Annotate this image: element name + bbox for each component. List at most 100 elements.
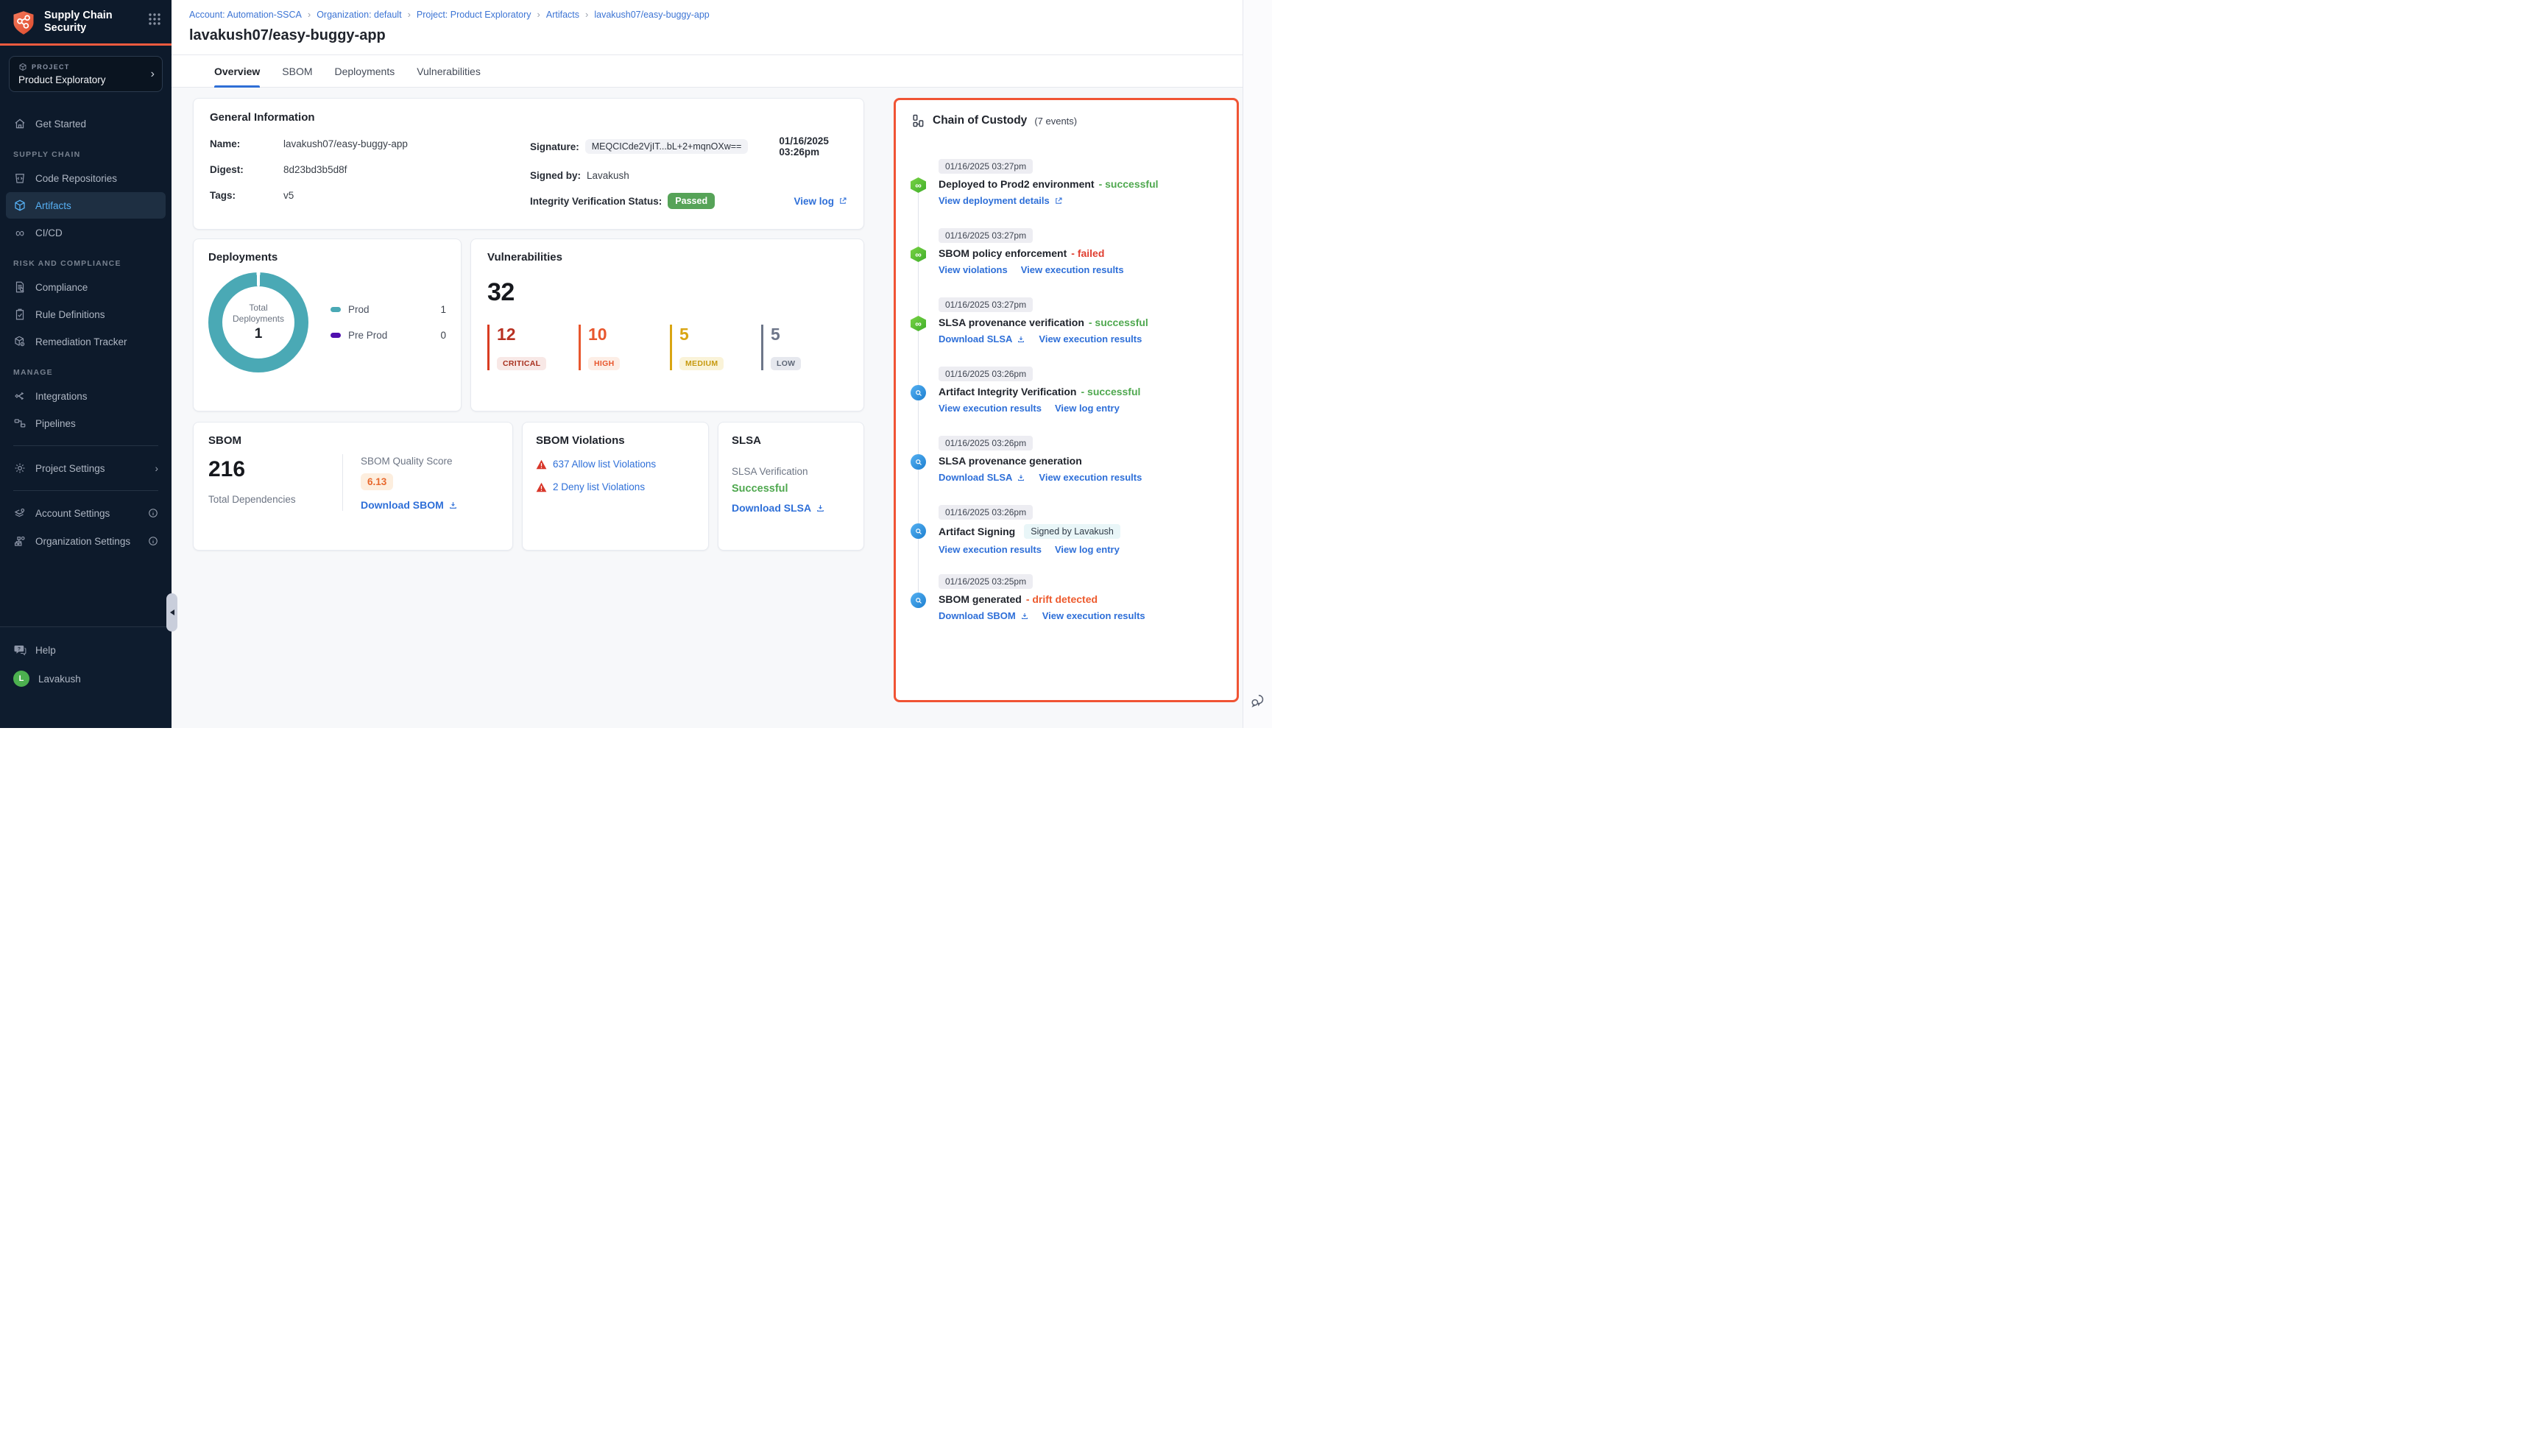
breadcrumb: Account: Automation-SSCA › Organization:… [189,6,1225,26]
breadcrumb-artifact-name[interactable]: lavakush07/easy-buggy-app [594,10,709,20]
sidebar-footer: ? Help L Lavakush [0,626,172,728]
sidebar-item-compliance[interactable]: Compliance [6,274,166,300]
sidebar-user-menu[interactable]: L Lavakush [6,664,166,693]
severity-medium: 5 MEDIUM [670,325,741,370]
sidebar-item-help[interactable]: ? Help [6,637,166,663]
tab-vulnerabilities[interactable]: Vulnerabilities [417,55,481,87]
sbom-quality-score-value: 6.13 [361,473,393,490]
allow-list-violations-row: 637 Allow list Violations [536,459,695,470]
event-timestamp: 01/16/2025 03:26pm [939,367,1033,381]
breadcrumb-account[interactable]: Account: Automation-SSCA [189,10,302,20]
sidebar-item-remediation-tracker[interactable]: Remediation Tracker [6,328,166,355]
donut-center-value: 1 [255,326,263,342]
chain-of-custody-event-count: (7 events) [1034,116,1077,127]
severity-badge: CRITICAL [497,357,546,370]
event-title: Artifact Integrity Verification [939,386,1076,397]
download-sbom-link[interactable]: Download SBOM [939,610,1029,621]
sidebar-item-account-settings[interactable]: Account Settings [6,500,166,526]
sidebar-item-label: Integrations [35,391,88,402]
app-name: Supply Chain Security [44,10,125,35]
sidebar-item-organization-settings[interactable]: Organization Settings [6,528,166,554]
sidebar-item-label: Help [35,645,56,656]
download-slsa-link[interactable]: Download SLSA [939,472,1025,483]
tab-overview[interactable]: Overview [214,55,260,87]
deployments-donut-chart: Total Deployments 1 [208,272,308,372]
donut-center-label: Total Deployments [222,303,294,325]
event-status: - drift detected [1026,593,1098,605]
download-icon [1017,473,1025,482]
breadcrumb-organization[interactable]: Organization: default [317,10,401,20]
view-violations-link[interactable]: View violations [939,264,1008,275]
info-icon[interactable] [148,536,158,546]
card-title: SBOM Violations [536,434,695,447]
sidebar-item-label: Remediation Tracker [35,336,127,347]
legend-value: 1 [440,304,446,315]
download-sbom-link[interactable]: Download SBOM [361,499,458,511]
view-deployment-details-link[interactable]: View deployment details [939,195,1063,206]
sidebar-item-artifacts[interactable]: Artifacts [6,192,166,219]
project-selector[interactable]: PROJECT Product Exploratory › [9,56,163,92]
download-slsa-label: Download SLSA [732,502,811,514]
gear-icon [13,462,26,475]
chevron-right-icon: › [151,68,155,81]
sidebar-item-get-started[interactable]: Get Started [6,110,166,137]
support-chat-icon[interactable] [1250,693,1266,709]
severity-low: 5 LOW [761,325,832,370]
tags-label: Tags: [210,190,283,201]
timeline-event-sbom-generated: 01/16/2025 03:25pm SBOM generated - drif… [911,574,1222,627]
status-badge: Passed [668,193,715,209]
event-status: - successful [1089,317,1148,328]
download-slsa-link[interactable]: Download SLSA [939,333,1025,344]
tab-deployments[interactable]: Deployments [335,55,395,87]
view-execution-results-link[interactable]: View execution results [939,403,1042,414]
sidebar-item-label: Organization Settings [35,536,130,547]
view-execution-results-link[interactable]: View execution results [1021,264,1124,275]
deny-list-violations-row: 2 Deny list Violations [536,481,695,492]
view-execution-results-link[interactable]: View execution results [1042,610,1145,621]
download-slsa-link[interactable]: Download SLSA [732,502,825,514]
view-execution-results-link[interactable]: View execution results [939,544,1042,555]
sbom-total-label: Total Dependencies [208,494,342,505]
sidebar-logo-row: Supply Chain Security [0,0,172,43]
event-title: SLSA provenance generation [939,455,1082,467]
sidebar-item-pipelines[interactable]: Pipelines [6,410,166,437]
view-log-entry-link[interactable]: View log entry [1055,403,1120,414]
sidebar-item-label: CI/CD [35,227,63,238]
sidebar-item-code-repositories[interactable]: Code Repositories [6,165,166,191]
timeline-event-artifact-signing: 01/16/2025 03:26pm Artifact Signing Sign… [911,505,1222,558]
sidebar-item-label: Project Settings [35,463,105,474]
app-grid-icon[interactable] [148,13,161,26]
sidebar-item-label: Code Repositories [35,173,117,184]
sidebar-item-project-settings[interactable]: Project Settings › [6,455,166,481]
sbom-violations-card: SBOM Violations 637 Allow list Violation… [522,422,709,551]
chevron-right-icon: › [408,9,411,20]
event-title: SBOM generated [939,593,1022,605]
sidebar-item-rule-definitions[interactable]: Rule Definitions [6,301,166,328]
allow-list-violations-link[interactable]: 637 Allow list Violations [553,459,656,470]
overview-row-2: Deployments Total Deployments 1 [193,238,864,411]
deny-list-violations-link[interactable]: 2 Deny list Violations [553,481,645,492]
severity-row: 12 CRITICAL 10 HIGH 5 MEDIUM [487,325,847,370]
view-log-label: View log [794,196,834,207]
sidebar-collapse-handle[interactable] [166,593,177,632]
sidebar-item-label: Get Started [35,119,86,130]
tab-sbom[interactable]: SBOM [282,55,312,87]
overview-left-column: General Information Name: lavakush07/eas… [193,98,864,728]
tags-value: v5 [283,190,294,201]
event-timestamp: 01/16/2025 03:26pm [939,436,1033,450]
info-icon[interactable] [148,508,158,518]
breadcrumb-artifacts[interactable]: Artifacts [546,10,579,20]
view-execution-results-link[interactable]: View execution results [1039,472,1142,483]
code-repo-icon [13,172,26,185]
document-search-icon [13,280,26,294]
breadcrumb-project[interactable]: Project: Product Exploratory [417,10,531,20]
sidebar-item-label: Rule Definitions [35,309,105,320]
sidebar-item-integrations[interactable]: Integrations [6,383,166,409]
timeline-event-slsa-generation: 01/16/2025 03:26pm SLSA provenance gener… [911,436,1222,489]
chain-of-custody-title: Chain of Custody [933,114,1027,127]
view-log-entry-link[interactable]: View log entry [1055,544,1120,555]
infinity-icon: ∞ [13,226,26,239]
view-log-link[interactable]: View log [794,196,847,207]
sidebar-item-cicd[interactable]: ∞ CI/CD [6,219,166,246]
view-execution-results-link[interactable]: View execution results [1039,333,1142,344]
